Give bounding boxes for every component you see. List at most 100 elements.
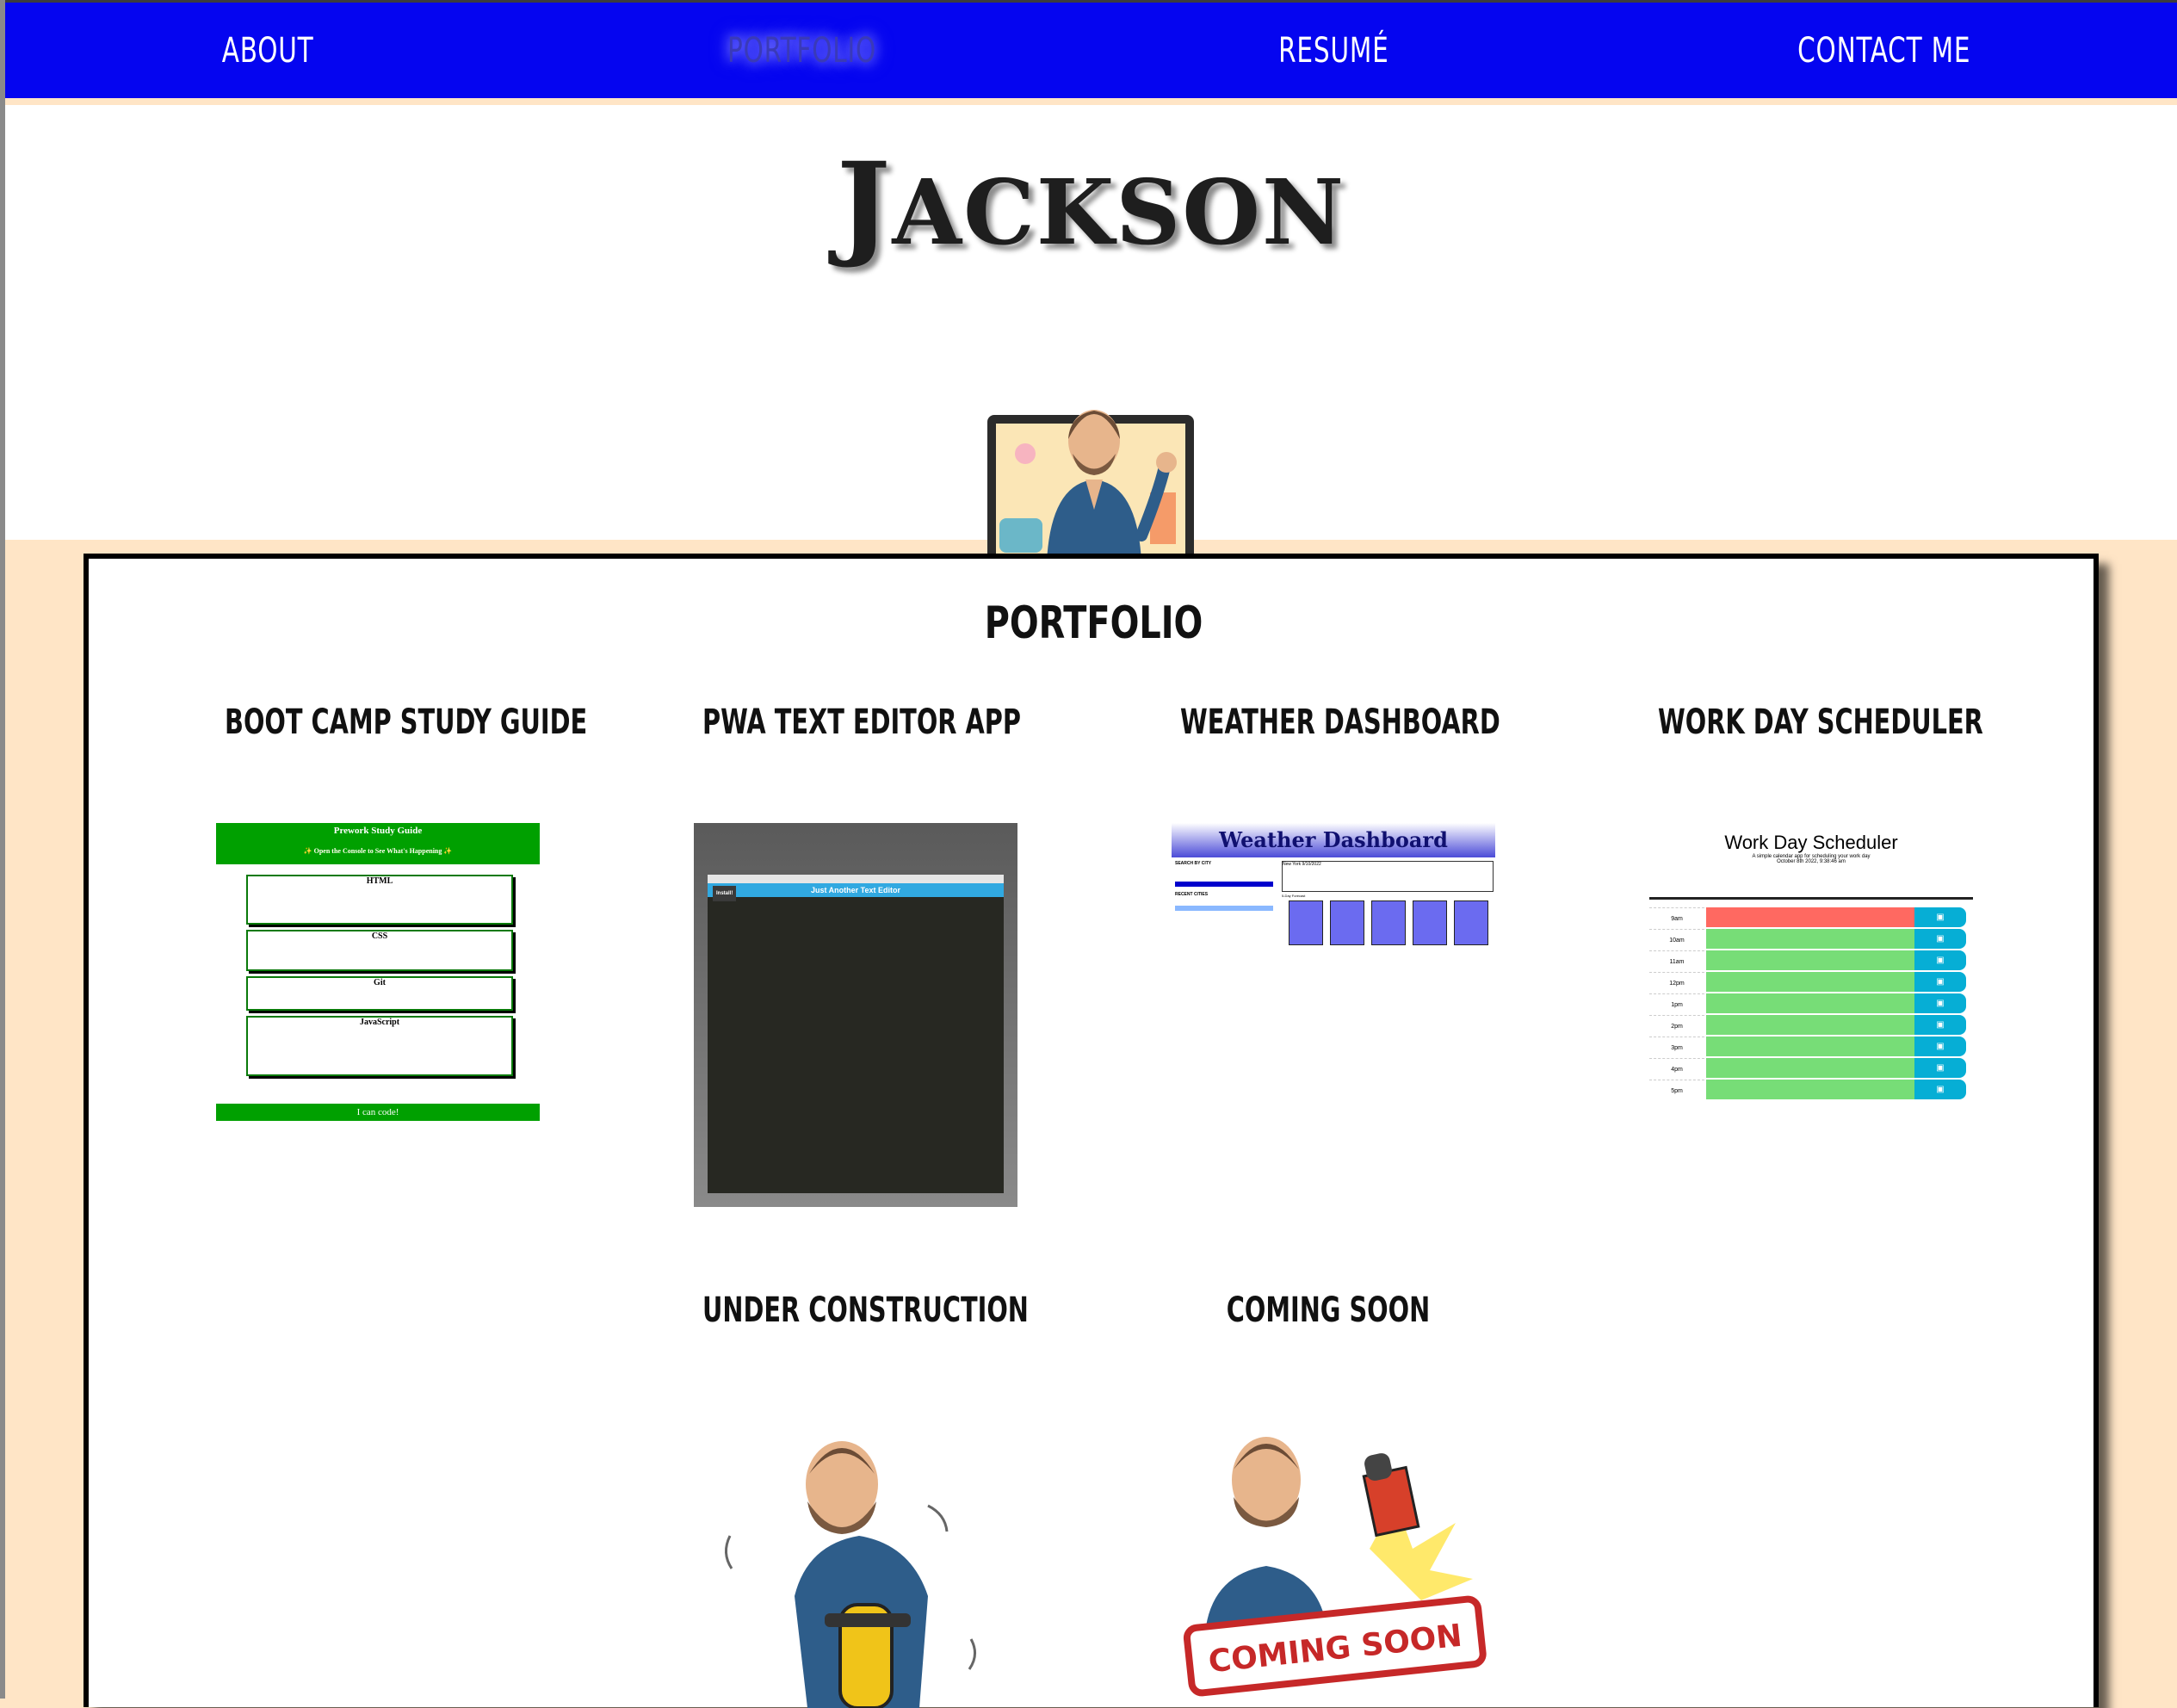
scheduler-hour-label: 9am	[1649, 907, 1704, 930]
weather-recent-city[interactable]	[1175, 906, 1273, 911]
scheduler-hour-label: 12pm	[1649, 972, 1704, 994]
project-title: PWA TEXT EDITOR APP	[702, 702, 1021, 742]
save-icon: ▣	[1936, 934, 1945, 944]
scheduler-hour-label: 4pm	[1649, 1058, 1704, 1080]
coming-soon-image[interactable]: COMING SOON	[1172, 1420, 1499, 1704]
project-work-day-scheduler: WORK DAY SCHEDULER	[1621, 702, 1991, 742]
study-guide-heading: Prework Study Guide	[333, 826, 423, 836]
scheduler-event-input[interactable]	[1706, 1058, 1914, 1079]
study-guide-card: CSS	[246, 930, 513, 971]
scheduler-heading: Work Day Scheduler	[1724, 832, 1898, 853]
text-editor-thumbnail[interactable]: Just Another Text Editor Install!	[694, 823, 1017, 1207]
top-navigation: About Portfolio Resumé Contact Me	[5, 0, 2177, 98]
under-construction-image[interactable]	[713, 1424, 1040, 1708]
nav-divider	[5, 98, 2177, 105]
scheduler-save-button[interactable]: ▣	[1914, 972, 1966, 992]
portfolio-section: PORTFOLIO BOOT CAMP STUDY GUIDE Prework …	[83, 554, 2099, 1708]
study-guide-footer: I can code!	[216, 1104, 540, 1121]
project-title: COMING SOON	[1226, 1290, 1431, 1330]
project-under-construction: UNDER CONSTRUCTION	[665, 1290, 1036, 1330]
forecast-card	[1371, 900, 1406, 945]
nav-resume-link[interactable]: Resumé	[1278, 27, 1389, 75]
weather-date: 9/10/2022	[1302, 862, 1321, 867]
scheduler-hour-label: 2pm	[1649, 1015, 1704, 1037]
study-guide-thumbnail[interactable]: Prework Study Guide ✨ Open the Console t…	[216, 823, 540, 1121]
weather-search-label: SEARCH BY CITY	[1175, 861, 1212, 866]
weather-recent-label: RECENT CITIES	[1175, 892, 1209, 897]
scheduler-event-input[interactable]	[1706, 993, 1914, 1014]
scheduler-row: 3pm ▣	[1649, 1037, 1973, 1058]
scheduler-hour-label: 11am	[1649, 950, 1704, 973]
weather-banner: Weather Dashboard	[1172, 823, 1495, 857]
forecast-card	[1454, 900, 1488, 945]
scheduler-save-button[interactable]: ▣	[1914, 1015, 1966, 1035]
scheduler-save-button[interactable]: ▣	[1914, 929, 1966, 949]
scheduler-row: 10am ▣	[1649, 929, 1973, 950]
project-title: BOOT CAMP STUDY GUIDE	[225, 702, 588, 742]
save-icon: ▣	[1936, 913, 1945, 922]
forecast-card	[1330, 900, 1364, 945]
scheduler-rows: 9am ▣ 10am ▣ 11am ▣ 12pm ▣ 1pm ▣ 2pm ▣ 3pm ▣ 4pm ▣ 5pm ▣	[1649, 907, 1973, 1101]
study-guide-card: Git	[246, 976, 513, 1011]
save-icon: ▣	[1936, 1063, 1945, 1073]
save-icon: ▣	[1936, 999, 1945, 1008]
save-icon: ▣	[1936, 1020, 1945, 1030]
project-coming-soon: COMING SOON	[1143, 1290, 1513, 1330]
site-title: JACKSON	[836, 138, 1346, 271]
weather-current: New York 9/10/2022	[1282, 861, 1494, 892]
scheduler-row: 12pm ▣	[1649, 972, 1973, 993]
project-weather-dashboard: WEATHER DASHBOARD	[1143, 702, 1513, 742]
scheduler-row: 9am ▣	[1649, 907, 1973, 929]
weather-search-button[interactable]	[1175, 882, 1273, 887]
nav-contact-link[interactable]: Contact Me	[1797, 27, 1970, 75]
project-pwa-text-editor: PWA TEXT EDITOR APP	[665, 702, 1036, 742]
project-title: WEATHER DASHBOARD	[1180, 702, 1500, 742]
weather-city: New York	[1283, 862, 1302, 867]
scheduler-hour-label: 5pm	[1649, 1080, 1704, 1102]
scheduler-row: 4pm ▣	[1649, 1058, 1973, 1080]
page-header: JACKSON	[5, 105, 2177, 604]
scheduler-save-button[interactable]: ▣	[1914, 1058, 1966, 1078]
scheduler-event-input[interactable]	[1706, 950, 1914, 971]
editor-window: Just Another Text Editor Install!	[708, 875, 1004, 1193]
project-boot-camp-study-guide: BOOT CAMP STUDY GUIDE	[188, 702, 588, 742]
nav-about-link[interactable]: About	[222, 27, 314, 75]
scheduler-row: 1pm ▣	[1649, 993, 1973, 1015]
scheduler-event-input[interactable]	[1706, 1037, 1914, 1057]
project-title: UNDER CONSTRUCTION	[702, 1290, 1029, 1330]
scheduler-event-input[interactable]	[1706, 972, 1914, 993]
scheduler-save-button[interactable]: ▣	[1914, 1080, 1966, 1099]
scheduler-thumbnail[interactable]: Work Day Scheduler A simple calendar app…	[1649, 823, 1973, 1116]
scheduler-save-button[interactable]: ▣	[1914, 950, 1966, 970]
scheduler-event-input[interactable]	[1706, 1015, 1914, 1036]
scheduler-row: 5pm ▣	[1649, 1080, 1973, 1101]
save-icon: ▣	[1936, 1042, 1945, 1051]
scheduler-hour-label: 3pm	[1649, 1037, 1704, 1059]
scheduler-save-button[interactable]: ▣	[1914, 907, 1966, 927]
install-button[interactable]: Install!	[713, 886, 737, 901]
scheduler-hour-label: 10am	[1649, 929, 1704, 951]
save-icon: ▣	[1936, 977, 1945, 987]
weather-forecast-label: 5-Day Forecast	[1282, 894, 1306, 898]
forecast-card	[1413, 900, 1447, 945]
save-icon: ▣	[1936, 956, 1945, 965]
scheduler-row: 2pm ▣	[1649, 1015, 1973, 1037]
study-guide-card: JavaScript	[246, 1016, 513, 1076]
forecast-card	[1289, 900, 1323, 945]
portfolio-heading: PORTFOLIO	[984, 597, 1203, 649]
scheduler-event-input[interactable]	[1706, 1080, 1914, 1100]
scheduler-event-input[interactable]	[1706, 929, 1914, 950]
scheduler-event-input[interactable]	[1706, 907, 1914, 928]
weather-dashboard-thumbnail[interactable]: Weather Dashboard SEARCH BY CITY RECENT …	[1172, 823, 1495, 952]
scheduler-save-button[interactable]: ▣	[1914, 1037, 1966, 1056]
scheduler-date: October 8th 2022, 9:38:46 am	[1777, 859, 1846, 864]
editor-window-title: Just Another Text Editor	[810, 886, 900, 894]
study-guide-subheading: ✨ Open the Console to See What's Happeni…	[303, 847, 453, 855]
save-icon: ▣	[1936, 1085, 1945, 1094]
scheduler-row: 11am ▣	[1649, 950, 1973, 972]
scheduler-save-button[interactable]: ▣	[1914, 993, 1966, 1013]
project-title: WORK DAY SCHEDULER	[1658, 702, 1983, 742]
nav-portfolio-link[interactable]: Portfolio	[727, 27, 876, 75]
study-guide-card: HTML	[246, 875, 513, 925]
scheduler-hour-label: 1pm	[1649, 993, 1704, 1016]
